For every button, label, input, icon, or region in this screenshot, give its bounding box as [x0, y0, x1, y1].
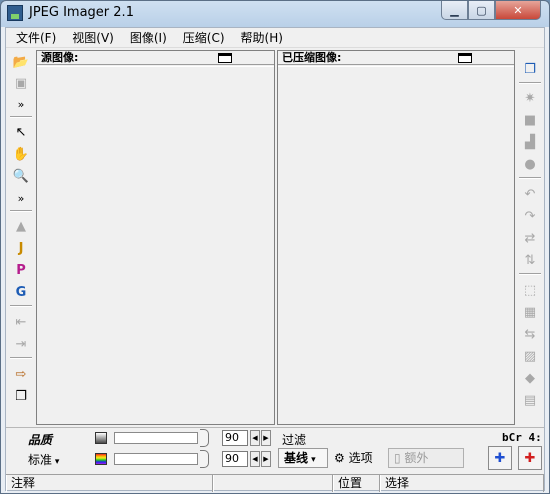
toolbar-separator — [519, 177, 541, 179]
stack-icon[interactable]: ▤ — [519, 390, 541, 410]
gif-tool-icon[interactable]: G — [10, 282, 32, 302]
source-pane-title: 源图像: — [41, 51, 79, 64]
rotate-left-icon[interactable]: ↶ — [519, 184, 541, 204]
pages-icon[interactable]: ❐ — [10, 386, 32, 406]
compression-controls: 品质 标准 90 ◀ ▶ 90 ◀ ▶ 过滤 bCr 4: 基线 ▾ ⚙ 选项 — [6, 427, 544, 473]
next-icon[interactable]: ⇥ — [10, 334, 32, 354]
gear-icon: ⚙ — [334, 451, 345, 465]
toolbar-separator — [10, 305, 32, 307]
compressed-image-area[interactable] — [278, 66, 514, 424]
client-area: 文件(F) 视图(V) 图像(I) 压缩(C) 帮助(H) 📂 ▣ » ↖ ✋ … — [5, 27, 545, 492]
source-pane-header: 源图像: — [37, 51, 274, 65]
color-icon[interactable] — [95, 453, 107, 465]
red-channel-button[interactable]: ✚ — [518, 446, 542, 470]
crop-icon[interactable]: ⬚ — [519, 280, 541, 300]
menu-bar: 文件(F) 视图(V) 图像(I) 压缩(C) 帮助(H) — [6, 28, 544, 48]
export-icon[interactable]: ⇨ — [10, 364, 32, 384]
extra-label: 额外 — [404, 451, 429, 465]
toolbar-separator — [519, 82, 541, 84]
copy-view-icon[interactable]: ❐ — [519, 59, 541, 79]
hand-tool-icon[interactable]: ✋ — [10, 144, 32, 164]
status-bar: 注释 位置 选择 — [6, 474, 544, 492]
standard-dropdown[interactable]: 标准 — [28, 451, 59, 468]
quality-slider-2[interactable] — [114, 453, 198, 465]
options-label: 选项 — [348, 451, 373, 465]
resize-icon[interactable]: ▦ — [519, 302, 541, 322]
menu-image[interactable]: 图像(I) — [122, 28, 175, 48]
brightness-icon[interactable]: ✷ — [519, 88, 541, 108]
toolbar-more-icon[interactable]: » — [10, 94, 32, 114]
status-empty — [213, 475, 333, 492]
extra-icon: ▯ — [394, 451, 405, 465]
toolbar-more-icon-2[interactable]: » — [10, 188, 32, 208]
drop-icon[interactable]: ◆ — [519, 368, 541, 388]
status-selection: 选择 — [380, 475, 544, 492]
source-image-area[interactable] — [37, 66, 274, 424]
quality-slider-1[interactable] — [114, 432, 198, 444]
toolbar-separator — [10, 357, 32, 359]
minimize-button[interactable]: ▁ — [441, 1, 468, 20]
left-toolbar: 📂 ▣ » ↖ ✋ 🔍 » ▲ J P G ⇤ ⇥ ⇨ ❐ — [7, 50, 35, 425]
quality-input-2[interactable]: 90 — [222, 451, 248, 467]
title-bar[interactable]: JPEG Imager 2.1 ▁ ▢ ✕ — [1, 1, 549, 27]
quality-input-1[interactable]: 90 — [222, 430, 248, 446]
status-position: 位置 — [333, 475, 380, 492]
quality-slider-2-thumb[interactable] — [200, 450, 209, 468]
blue-channel-button[interactable]: ✚ — [488, 446, 512, 470]
chroma-subsampling-label: bCr 4: — [502, 431, 542, 444]
menu-compress[interactable]: 压缩(C) — [175, 28, 233, 48]
baseline-dropdown[interactable]: 基线 ▾ — [278, 448, 328, 468]
options-button[interactable]: ⚙ 选项 — [332, 448, 382, 468]
png-tool-icon[interactable]: P — [10, 260, 32, 280]
toolbar-separator — [10, 210, 32, 212]
quality-2-increase[interactable]: ▶ — [261, 451, 271, 467]
baseline-label: 基线 — [284, 451, 309, 465]
app-window: JPEG Imager 2.1 ▁ ▢ ✕ 文件(F) 视图(V) 图像(I) … — [0, 0, 550, 494]
menu-view[interactable]: 视图(V) — [64, 28, 122, 48]
zoom-tool-icon[interactable]: 🔍 — [10, 166, 32, 186]
quality-slider-1-thumb[interactable] — [200, 429, 209, 447]
toolbar-separator — [10, 116, 32, 118]
rotate-right-icon[interactable]: ↷ — [519, 206, 541, 226]
fill-icon[interactable]: ■ — [519, 110, 541, 130]
jpeg-tool-icon[interactable]: J — [10, 238, 32, 258]
compressed-image-pane[interactable]: 已压缩图像: — [277, 50, 515, 425]
previous-icon[interactable]: ⇤ — [10, 312, 32, 332]
extra-button[interactable]: ▯ 额外 — [388, 448, 464, 468]
window-restore-icon[interactable] — [458, 53, 472, 63]
quality-label: 品质 — [28, 433, 53, 447]
sharpen-icon[interactable]: ▨ — [519, 346, 541, 366]
quality-1-decrease[interactable]: ◀ — [250, 430, 260, 446]
open-folder-icon[interactable]: 📂 — [10, 52, 32, 72]
quality-2-decrease[interactable]: ◀ — [250, 451, 260, 467]
menu-help[interactable]: 帮助(H) — [233, 28, 291, 48]
toolbar-separator — [519, 273, 541, 275]
pointer-tool-icon[interactable]: ↖ — [10, 122, 32, 142]
circle-icon[interactable]: ● — [519, 154, 541, 174]
filter-label: 过滤 — [282, 433, 307, 447]
copy-icon[interactable]: ▣ — [10, 73, 32, 93]
menu-file[interactable]: 文件(F) — [8, 28, 64, 48]
adjust-icon[interactable]: ⇆ — [519, 324, 541, 344]
window-title: JPEG Imager 2.1 — [29, 5, 134, 20]
compressed-pane-header: 已压缩图像: — [278, 51, 514, 65]
status-note: 注释 — [6, 475, 213, 492]
histogram-icon[interactable]: ▟ — [519, 132, 541, 152]
stamp-icon[interactable]: ▲ — [10, 216, 32, 236]
window-restore-icon[interactable] — [218, 53, 232, 63]
flip-icon[interactable]: ⇄ — [519, 228, 541, 248]
close-button[interactable]: ✕ — [495, 1, 541, 20]
maximize-button[interactable]: ▢ — [468, 1, 495, 20]
quality-1-increase[interactable]: ▶ — [261, 430, 271, 446]
jpeg-app-icon — [7, 5, 23, 21]
grayscale-icon[interactable] — [95, 432, 107, 444]
mirror-icon[interactable]: ⇅ — [519, 250, 541, 270]
window-controls: ▁ ▢ ✕ — [441, 1, 541, 20]
right-toolbar: ❐ ✷ ■ ▟ ● ↶ ↷ ⇄ ⇅ ⬚ ▦ ⇆ ▨ ◆ ▤ — [516, 50, 544, 425]
compressed-pane-title: 已压缩图像: — [282, 51, 342, 64]
source-image-pane[interactable]: 源图像: — [36, 50, 275, 425]
